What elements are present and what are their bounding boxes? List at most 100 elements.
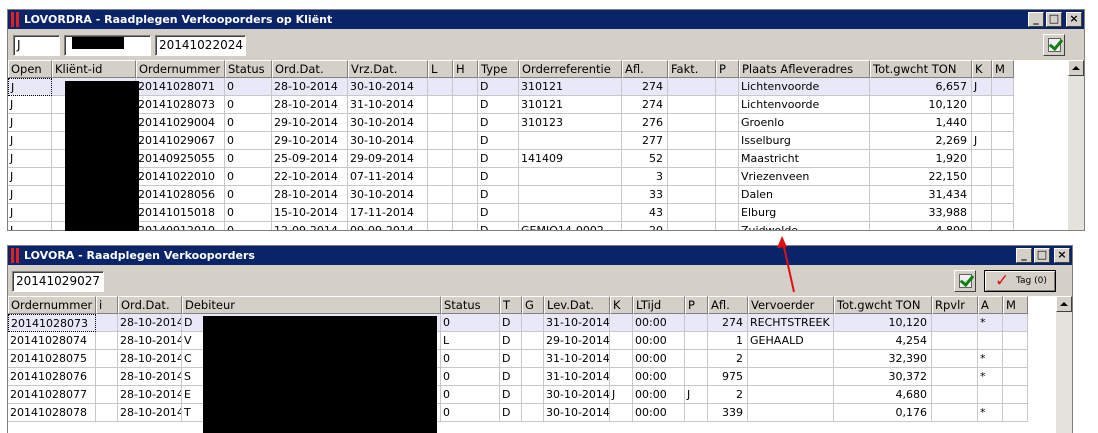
table-cell: 00:00 [633, 404, 685, 422]
column-header[interactable]: Afl. [708, 296, 748, 314]
close-button[interactable]: × [1054, 248, 1070, 263]
column-header[interactable]: Fakt. [668, 60, 716, 78]
table-row[interactable]: 20141028076 28-10-2014 S 0 D 31-10-2014 00:00 9… [8, 368, 1028, 386]
window-title: LOVORA - Raadplegen Verkooporders [24, 249, 255, 262]
column-header[interactable]: Lev.Dat. [544, 296, 610, 314]
table-cell: 20141028074 [8, 332, 96, 350]
maximize-icon: □ [1036, 248, 1048, 261]
tag-button[interactable]: ✓ Tag (0) [984, 270, 1056, 292]
open-filter-input[interactable]: J [13, 35, 60, 56]
confirm-button[interactable] [1043, 34, 1065, 56]
table-row[interactable]: J 20141028056 0 28-10-2014 30-10-2014 D 33 Dale… [8, 186, 1014, 204]
orders-grid[interactable]: Ordernummer i Ord.Dat. Debiteur Status T G Lev.… [8, 296, 1072, 433]
table-cell: 0 [225, 78, 272, 96]
table-cell: 0 [441, 368, 500, 386]
table-row[interactable]: J 20141028071 0 28-10-2014 30-10-2014 D 310121… [8, 78, 1014, 96]
column-header[interactable]: L [428, 60, 453, 78]
table-row[interactable]: 20141028077 28-10-2014 E 0 D 30-10-2014 J 00:00… [8, 386, 1028, 404]
orders-grid[interactable]: Open Kliënt-id Ordernummer Status Ord.Dat. Vr… [8, 60, 1084, 230]
table-cell: 20141015018 [136, 204, 225, 222]
column-header[interactable]: Ordernummer [136, 60, 225, 78]
table-cell [668, 204, 716, 222]
table-row[interactable]: J 20141022010 0 22-10-2014 07-11-2014 D 3 Vriez… [8, 168, 1014, 186]
column-header[interactable]: LTijd [633, 296, 685, 314]
column-header[interactable]: M [1003, 296, 1028, 314]
scroll-up-icon[interactable] [1056, 296, 1072, 312]
column-header[interactable]: K [972, 60, 992, 78]
titlebar[interactable]: LOVORDRA - Raadplegen Verkooporders op K… [8, 10, 1084, 29]
table-cell: J [8, 222, 52, 230]
column-header[interactable]: P [685, 296, 708, 314]
vertical-scrollbar[interactable] [1068, 60, 1084, 230]
table-cell: J [8, 204, 52, 222]
maximize-button[interactable]: □ [1046, 12, 1062, 27]
column-header[interactable]: Vervoerder [748, 296, 834, 314]
table-cell: Vriezenveen [739, 168, 870, 186]
table-cell: D [478, 204, 519, 222]
table-row[interactable]: J 20141028073 0 28-10-2014 31-10-2014 D 310121… [8, 96, 1014, 114]
column-header[interactable]: Rpvlr [932, 296, 978, 314]
column-header[interactable]: Ord.Dat. [272, 60, 348, 78]
column-header[interactable]: Afl. [622, 60, 668, 78]
column-header[interactable]: Open [8, 60, 52, 78]
titlebar[interactable]: LOVORA - Raadplegen Verkooporders _ □ × [8, 246, 1072, 265]
table-cell: 43 [622, 204, 668, 222]
column-header[interactable]: Tot.gwcht TON [870, 60, 972, 78]
column-header[interactable]: Status [225, 60, 272, 78]
table-row[interactable]: J 20141029004 0 29-10-2014 30-10-2014 D 310123… [8, 114, 1014, 132]
table-row[interactable]: 20141028075 28-10-2014 C 0 D 31-10-2014 00:00 2… [8, 350, 1028, 368]
table-row[interactable]: 20141028074 28-10-2014 V L D 29-10-2014 00:00 1… [8, 332, 1028, 350]
table-cell [1003, 404, 1028, 422]
column-header[interactable]: Kliënt-id [52, 60, 136, 78]
maximize-button[interactable]: □ [1034, 248, 1050, 263]
order-filter-input[interactable]: 20141022024 [155, 35, 246, 56]
column-header[interactable]: P [716, 60, 739, 78]
minimize-button[interactable]: _ [1016, 248, 1032, 263]
table-row[interactable]: J 20140925055 0 25-09-2014 29-09-2014 D 141409… [8, 150, 1014, 168]
column-header[interactable]: H [453, 60, 478, 78]
column-header[interactable]: i [96, 296, 118, 314]
table-cell: 0 [225, 168, 272, 186]
confirm-button[interactable] [954, 270, 976, 292]
table-row[interactable]: J 20141015018 0 15-10-2014 17-11-2014 D 43 Elbu… [8, 204, 1014, 222]
table-cell: 4,680 [834, 386, 932, 404]
column-header[interactable]: Ordernummer [8, 296, 96, 314]
minimize-button[interactable]: _ [1028, 12, 1044, 27]
table-cell [610, 404, 633, 422]
table-row[interactable]: 20141028078 28-10-2014 T 0 D 30-10-2014 00:00 3… [8, 404, 1028, 422]
table-cell: 20141028078 [8, 404, 96, 422]
table-cell: D [478, 168, 519, 186]
column-header[interactable]: Plaats Afleveradres [739, 60, 870, 78]
table-cell [668, 132, 716, 150]
table-cell: J [8, 78, 52, 96]
column-header[interactable]: Status [441, 296, 500, 314]
table-cell: 0 [441, 350, 500, 368]
order-filter-input[interactable]: 20141029027 [12, 271, 104, 292]
table-cell [748, 350, 834, 368]
column-header[interactable]: Type [478, 60, 519, 78]
column-header[interactable]: Ord.Dat. [118, 296, 182, 314]
column-header[interactable]: Vrz.Dat. [348, 60, 428, 78]
column-header[interactable]: T [500, 296, 522, 314]
vertical-scrollbar[interactable] [1056, 296, 1072, 433]
column-header[interactable]: Tot.gwcht TON [834, 296, 932, 314]
table-cell: 12-09-2014 [272, 222, 348, 230]
table-cell [428, 114, 453, 132]
table-cell: D [478, 222, 519, 230]
table-cell: 310121 [519, 78, 622, 96]
window-lovordra: LOVORDRA - Raadplegen Verkooporders op K… [7, 9, 1085, 231]
column-header[interactable]: Orderreferentie [519, 60, 622, 78]
column-header[interactable]: M [992, 60, 1014, 78]
table-row[interactable]: 20141028073 28-10-2014 D 0 D 31-10-2014 00:00 2… [8, 314, 1028, 332]
column-header[interactable]: A [978, 296, 1003, 314]
table-row[interactable]: J 20141029067 0 29-10-2014 30-10-2014 D 277 Iss… [8, 132, 1014, 150]
column-header[interactable]: Debiteur [182, 296, 441, 314]
table-cell [453, 96, 478, 114]
close-button[interactable]: × [1066, 12, 1082, 27]
table-row[interactable]: J 20140912010 0 12-09-2014 09-09-2014 D GEMIO1… [8, 222, 1014, 230]
column-header[interactable]: G [522, 296, 544, 314]
table-cell [519, 186, 622, 204]
scroll-up-icon[interactable] [1068, 60, 1084, 76]
table-cell: D [500, 386, 522, 404]
column-header[interactable]: K [610, 296, 633, 314]
